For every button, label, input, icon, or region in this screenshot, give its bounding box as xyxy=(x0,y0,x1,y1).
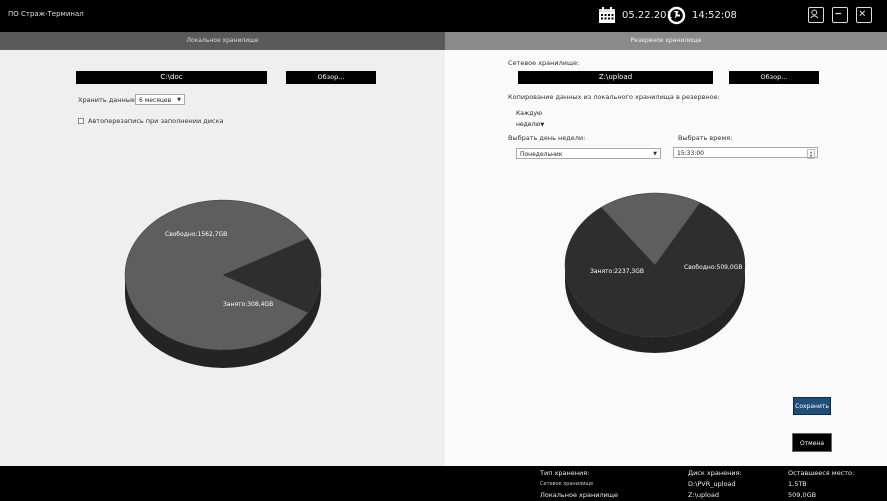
status-header-type: Тип хранения: xyxy=(540,469,590,477)
tab-bar: Локальное хранилище Резервное хранилище xyxy=(0,32,887,50)
backup-browse-button[interactable]: Обзор... xyxy=(729,71,819,84)
calendar-icon xyxy=(599,7,615,23)
overwrite-checkbox[interactable] xyxy=(78,118,84,124)
status-header-disk: Диск хранения: xyxy=(688,469,742,477)
user-button[interactable] xyxy=(808,7,824,23)
status-row-type: Сетевое хранилище xyxy=(540,481,594,487)
status-bar: Тип хранения: Диск хранения: Оставшееся … xyxy=(0,466,887,501)
spinner-icon[interactable]: ▲ ▼ xyxy=(807,149,815,159)
time-input[interactable]: 15:33:00 ▲ ▼ xyxy=(673,147,818,159)
save-button[interactable]: Сохранить xyxy=(793,397,831,415)
local-path-field[interactable]: C:\doc xyxy=(76,71,267,84)
overwrite-label: Автоперезапись при заполнении диска xyxy=(88,117,224,125)
day-of-week-label: Выбрать день недели: xyxy=(508,134,586,142)
local-storage-pie-chart xyxy=(124,199,322,368)
chevron-down-icon: ▼ xyxy=(540,122,545,128)
tab-backup-storage[interactable]: Резервное хранилище xyxy=(445,32,887,50)
chevron-down-icon: ▼ xyxy=(653,151,657,157)
copy-schedule-value: Каждую неделю xyxy=(516,110,543,128)
time-select-label: Выбрать время: xyxy=(678,134,733,142)
cancel-button[interactable]: Отмена xyxy=(792,433,832,452)
day-of-week-select[interactable]: Понедельник ▼ xyxy=(516,148,661,159)
keep-data-select[interactable]: 6 месяцев ▼ xyxy=(135,94,185,105)
status-row-space: 1,5TB xyxy=(788,480,807,488)
status-row-space: 509,0GB xyxy=(788,491,817,499)
pie-used-label: Занято:2237,3GB xyxy=(590,268,645,275)
copy-schedule-label: Копирование данных из локального хранили… xyxy=(508,93,720,101)
status-header-space: Оставшееся место: xyxy=(788,469,855,477)
title-bar: ПО Страж-Терминал 05.22.2017 14:52:08 xyxy=(0,0,887,32)
day-of-week-value: Понедельник xyxy=(520,151,563,158)
app-title: ПО Страж-Терминал xyxy=(8,10,84,18)
local-browse-button[interactable]: Обзор... xyxy=(286,71,376,84)
copy-schedule-select[interactable]: Каждую неделю▼ xyxy=(516,108,554,128)
close-icon xyxy=(859,10,866,17)
keep-data-label: Хранить данные: xyxy=(78,96,138,104)
keep-data-value: 6 месяцев xyxy=(139,97,172,104)
pie-free-label: Свободно:509,0GB xyxy=(684,264,743,271)
backup-path-field[interactable]: Z:\upload xyxy=(518,71,713,84)
minimize-button[interactable] xyxy=(832,7,848,23)
pie-free-label: Свободно:1562,7GB xyxy=(165,231,228,238)
pie-used-label: Занято:308,4GB xyxy=(223,301,274,308)
time-display: 14:52:08 xyxy=(692,10,737,21)
time-input-value: 15:33:00 xyxy=(677,150,704,157)
close-button[interactable] xyxy=(856,7,872,23)
status-row-disk: Z:\upload xyxy=(688,491,719,499)
user-icon xyxy=(810,9,819,19)
status-row-disk: D:\PVR_upload xyxy=(688,480,736,488)
clock-icon xyxy=(667,6,686,25)
minimize-icon xyxy=(835,12,842,15)
chevron-down-icon: ▼ xyxy=(177,97,181,103)
tab-local-storage[interactable]: Локальное хранилище xyxy=(0,32,445,50)
network-storage-label: Сетевое хранилище: xyxy=(508,59,580,67)
status-row-type: Локальное хранилище xyxy=(540,491,618,499)
